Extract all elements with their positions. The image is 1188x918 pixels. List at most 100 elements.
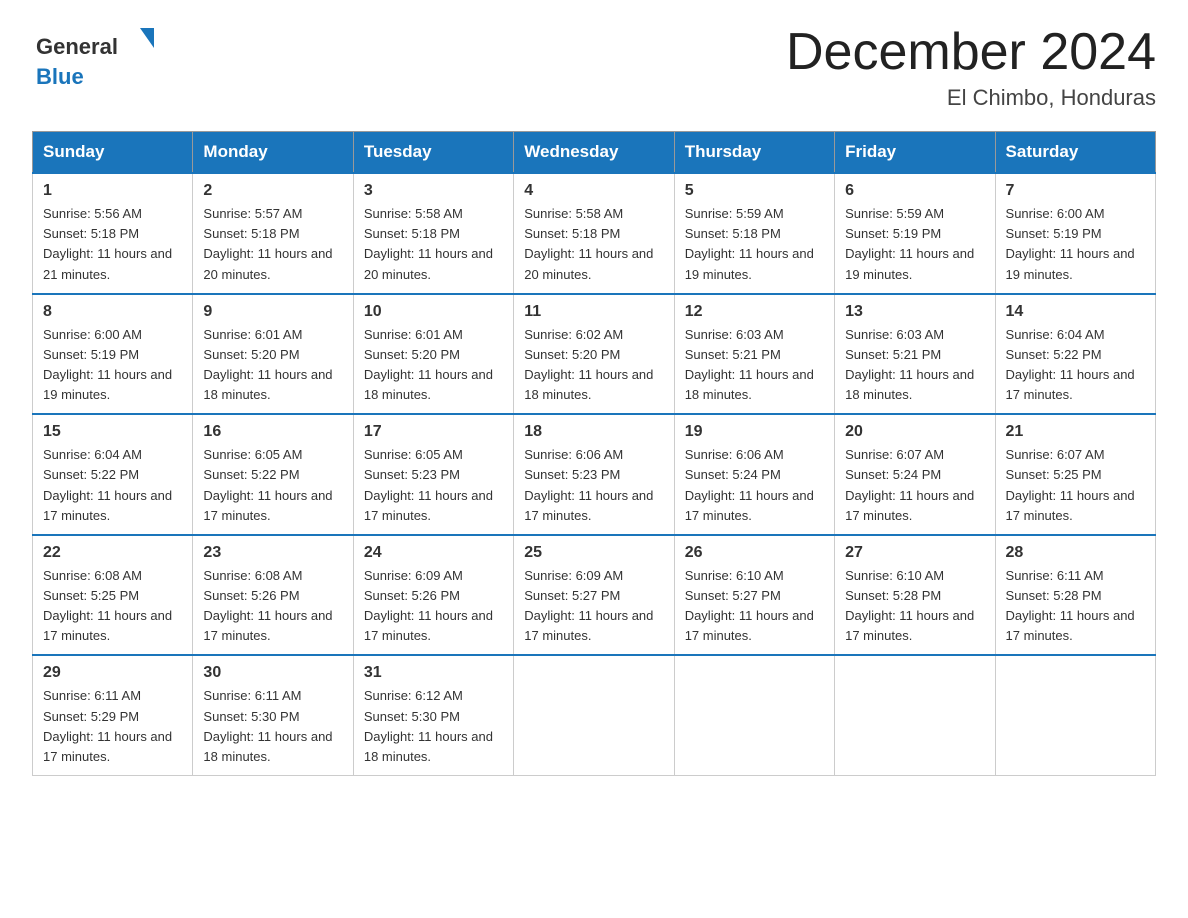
- calendar-cell: [995, 655, 1155, 775]
- calendar-cell: 28 Sunrise: 6:11 AM Sunset: 5:28 PM Dayl…: [995, 535, 1155, 656]
- sunset-label: Sunset: 5:18 PM: [524, 226, 620, 241]
- day-number: 13: [845, 303, 984, 321]
- sunset-label: Sunset: 5:27 PM: [524, 588, 620, 603]
- day-info: Sunrise: 6:10 AM Sunset: 5:27 PM Dayligh…: [685, 566, 824, 647]
- calendar-table: SundayMondayTuesdayWednesdayThursdayFrid…: [32, 131, 1156, 776]
- weekday-header-monday: Monday: [193, 132, 353, 174]
- daylight-label: Daylight: 11 hours and 17 minutes.: [1006, 608, 1135, 643]
- day-number: 3: [364, 182, 503, 200]
- day-info: Sunrise: 6:07 AM Sunset: 5:24 PM Dayligh…: [845, 445, 984, 526]
- day-number: 8: [43, 303, 182, 321]
- sunset-label: Sunset: 5:19 PM: [1006, 226, 1102, 241]
- day-info: Sunrise: 6:11 AM Sunset: 5:28 PM Dayligh…: [1006, 566, 1145, 647]
- daylight-label: Daylight: 11 hours and 19 minutes.: [43, 367, 172, 402]
- day-number: 16: [203, 423, 342, 441]
- day-info: Sunrise: 5:59 AM Sunset: 5:19 PM Dayligh…: [845, 204, 984, 285]
- daylight-label: Daylight: 11 hours and 17 minutes.: [524, 488, 653, 523]
- daylight-label: Daylight: 11 hours and 21 minutes.: [43, 246, 172, 281]
- daylight-label: Daylight: 11 hours and 19 minutes.: [685, 246, 814, 281]
- calendar-cell: 27 Sunrise: 6:10 AM Sunset: 5:28 PM Dayl…: [835, 535, 995, 656]
- sunrise-label: Sunrise: 6:07 AM: [1006, 447, 1105, 462]
- calendar-cell: 30 Sunrise: 6:11 AM Sunset: 5:30 PM Dayl…: [193, 655, 353, 775]
- calendar-cell: [835, 655, 995, 775]
- calendar-cell: 4 Sunrise: 5:58 AM Sunset: 5:18 PM Dayli…: [514, 173, 674, 294]
- calendar-cell: 6 Sunrise: 5:59 AM Sunset: 5:19 PM Dayli…: [835, 173, 995, 294]
- calendar-cell: 24 Sunrise: 6:09 AM Sunset: 5:26 PM Dayl…: [353, 535, 513, 656]
- sunset-label: Sunset: 5:29 PM: [43, 709, 139, 724]
- calendar-cell: 15 Sunrise: 6:04 AM Sunset: 5:22 PM Dayl…: [33, 414, 193, 535]
- day-number: 18: [524, 423, 663, 441]
- sunrise-label: Sunrise: 5:58 AM: [524, 206, 623, 221]
- calendar-cell: 14 Sunrise: 6:04 AM Sunset: 5:22 PM Dayl…: [995, 294, 1155, 415]
- calendar-cell: 3 Sunrise: 5:58 AM Sunset: 5:18 PM Dayli…: [353, 173, 513, 294]
- daylight-label: Daylight: 11 hours and 18 minutes.: [364, 367, 493, 402]
- sunset-label: Sunset: 5:30 PM: [364, 709, 460, 724]
- day-info: Sunrise: 6:11 AM Sunset: 5:29 PM Dayligh…: [43, 686, 182, 767]
- daylight-label: Daylight: 11 hours and 18 minutes.: [524, 367, 653, 402]
- day-number: 30: [203, 664, 342, 682]
- calendar-cell: 31 Sunrise: 6:12 AM Sunset: 5:30 PM Dayl…: [353, 655, 513, 775]
- subtitle: El Chimbo, Honduras: [786, 85, 1156, 111]
- day-info: Sunrise: 6:09 AM Sunset: 5:27 PM Dayligh…: [524, 566, 663, 647]
- sunset-label: Sunset: 5:28 PM: [1006, 588, 1102, 603]
- day-info: Sunrise: 6:10 AM Sunset: 5:28 PM Dayligh…: [845, 566, 984, 647]
- title-block: December 2024 El Chimbo, Honduras: [786, 24, 1156, 111]
- calendar-header-row: SundayMondayTuesdayWednesdayThursdayFrid…: [33, 132, 1156, 174]
- day-info: Sunrise: 6:07 AM Sunset: 5:25 PM Dayligh…: [1006, 445, 1145, 526]
- weekday-header-saturday: Saturday: [995, 132, 1155, 174]
- sunrise-label: Sunrise: 6:05 AM: [364, 447, 463, 462]
- day-number: 24: [364, 544, 503, 562]
- daylight-label: Daylight: 11 hours and 17 minutes.: [524, 608, 653, 643]
- daylight-label: Daylight: 11 hours and 17 minutes.: [203, 608, 332, 643]
- daylight-label: Daylight: 11 hours and 17 minutes.: [845, 608, 974, 643]
- calendar-cell: 18 Sunrise: 6:06 AM Sunset: 5:23 PM Dayl…: [514, 414, 674, 535]
- day-info: Sunrise: 6:08 AM Sunset: 5:25 PM Dayligh…: [43, 566, 182, 647]
- sunset-label: Sunset: 5:21 PM: [845, 347, 941, 362]
- sunrise-label: Sunrise: 6:03 AM: [845, 327, 944, 342]
- day-info: Sunrise: 6:04 AM Sunset: 5:22 PM Dayligh…: [1006, 325, 1145, 406]
- sunrise-label: Sunrise: 6:04 AM: [1006, 327, 1105, 342]
- day-number: 26: [685, 544, 824, 562]
- logo-svg: General Blue: [32, 24, 162, 96]
- calendar-cell: 9 Sunrise: 6:01 AM Sunset: 5:20 PM Dayli…: [193, 294, 353, 415]
- sunset-label: Sunset: 5:18 PM: [685, 226, 781, 241]
- sunset-label: Sunset: 5:22 PM: [203, 467, 299, 482]
- sunset-label: Sunset: 5:25 PM: [43, 588, 139, 603]
- daylight-label: Daylight: 11 hours and 19 minutes.: [845, 246, 974, 281]
- main-title: December 2024: [786, 24, 1156, 81]
- daylight-label: Daylight: 11 hours and 17 minutes.: [43, 488, 172, 523]
- sunrise-label: Sunrise: 5:57 AM: [203, 206, 302, 221]
- day-number: 4: [524, 182, 663, 200]
- sunrise-label: Sunrise: 6:07 AM: [845, 447, 944, 462]
- calendar-cell: 29 Sunrise: 6:11 AM Sunset: 5:29 PM Dayl…: [33, 655, 193, 775]
- sunrise-label: Sunrise: 6:06 AM: [685, 447, 784, 462]
- daylight-label: Daylight: 11 hours and 18 minutes.: [203, 367, 332, 402]
- calendar-cell: 19 Sunrise: 6:06 AM Sunset: 5:24 PM Dayl…: [674, 414, 834, 535]
- sunrise-label: Sunrise: 6:12 AM: [364, 688, 463, 703]
- sunset-label: Sunset: 5:21 PM: [685, 347, 781, 362]
- calendar-cell: 13 Sunrise: 6:03 AM Sunset: 5:21 PM Dayl…: [835, 294, 995, 415]
- day-info: Sunrise: 5:59 AM Sunset: 5:18 PM Dayligh…: [685, 204, 824, 285]
- calendar-cell: 10 Sunrise: 6:01 AM Sunset: 5:20 PM Dayl…: [353, 294, 513, 415]
- day-number: 19: [685, 423, 824, 441]
- sunset-label: Sunset: 5:19 PM: [845, 226, 941, 241]
- day-info: Sunrise: 6:00 AM Sunset: 5:19 PM Dayligh…: [1006, 204, 1145, 285]
- day-info: Sunrise: 5:56 AM Sunset: 5:18 PM Dayligh…: [43, 204, 182, 285]
- day-info: Sunrise: 6:06 AM Sunset: 5:23 PM Dayligh…: [524, 445, 663, 526]
- calendar-week-5: 29 Sunrise: 6:11 AM Sunset: 5:29 PM Dayl…: [33, 655, 1156, 775]
- sunset-label: Sunset: 5:24 PM: [685, 467, 781, 482]
- day-info: Sunrise: 6:03 AM Sunset: 5:21 PM Dayligh…: [845, 325, 984, 406]
- calendar-cell: 20 Sunrise: 6:07 AM Sunset: 5:24 PM Dayl…: [835, 414, 995, 535]
- sunset-label: Sunset: 5:27 PM: [685, 588, 781, 603]
- day-info: Sunrise: 5:57 AM Sunset: 5:18 PM Dayligh…: [203, 204, 342, 285]
- calendar-cell: 23 Sunrise: 6:08 AM Sunset: 5:26 PM Dayl…: [193, 535, 353, 656]
- daylight-label: Daylight: 11 hours and 17 minutes.: [203, 488, 332, 523]
- weekday-header-tuesday: Tuesday: [353, 132, 513, 174]
- day-number: 29: [43, 664, 182, 682]
- sunset-label: Sunset: 5:20 PM: [364, 347, 460, 362]
- sunset-label: Sunset: 5:18 PM: [364, 226, 460, 241]
- day-number: 17: [364, 423, 503, 441]
- daylight-label: Daylight: 11 hours and 19 minutes.: [1006, 246, 1135, 281]
- day-number: 14: [1006, 303, 1145, 321]
- calendar-cell: [514, 655, 674, 775]
